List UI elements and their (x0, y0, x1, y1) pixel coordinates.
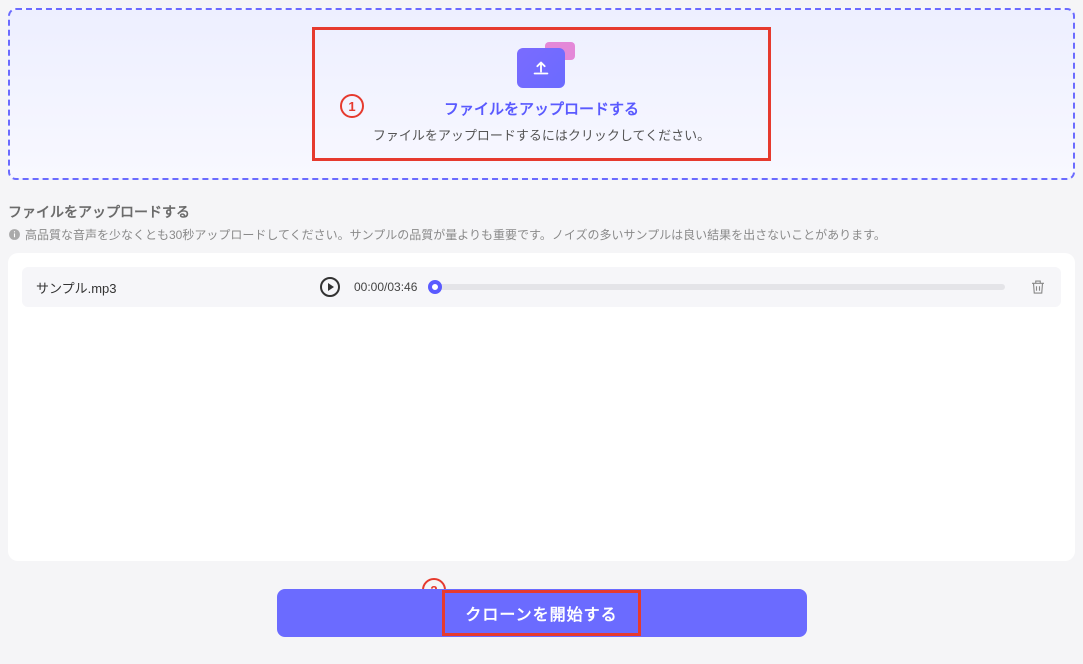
start-clone-button[interactable]: クローンを開始する (277, 589, 807, 637)
file-list-panel: サンプル.mp3 00:00/03:46 (8, 253, 1075, 561)
dropzone-subtitle: ファイルをアップロードするにはクリックしてください。 (373, 125, 710, 144)
info-icon (8, 228, 21, 241)
playback-time: 00:00/03:46 (354, 280, 417, 294)
upload-dropzone[interactable]: ファイルをアップロードする ファイルをアップロードするにはクリックしてください。 (8, 8, 1075, 180)
file-row: サンプル.mp3 00:00/03:46 (22, 267, 1061, 307)
delete-icon[interactable] (1029, 278, 1047, 296)
play-button[interactable] (320, 277, 340, 297)
annotation-step-1: 1 (340, 94, 364, 118)
play-icon (328, 283, 334, 291)
section-hint-text: 高品質な音声を少なくとも30秒アップロードしてください。サンプルの品質が量よりも… (25, 226, 886, 243)
start-button-label: クローンを開始する (465, 607, 617, 624)
dropzone-highlight: ファイルをアップロードする ファイルをアップロードするにはクリックしてください。 (312, 27, 771, 161)
section-hint: 高品質な音声を少なくとも30秒アップロードしてください。サンプルの品質が量よりも… (8, 226, 1075, 243)
dropzone-title: ファイルをアップロードする (373, 98, 710, 119)
start-button-highlight: クローンを開始する (442, 590, 640, 636)
section-label: ファイルをアップロードする (8, 202, 1075, 222)
slider-thumb[interactable] (428, 280, 442, 294)
playback-slider[interactable] (435, 284, 1005, 290)
upload-icon (517, 48, 565, 88)
file-name: サンプル.mp3 (36, 278, 306, 297)
